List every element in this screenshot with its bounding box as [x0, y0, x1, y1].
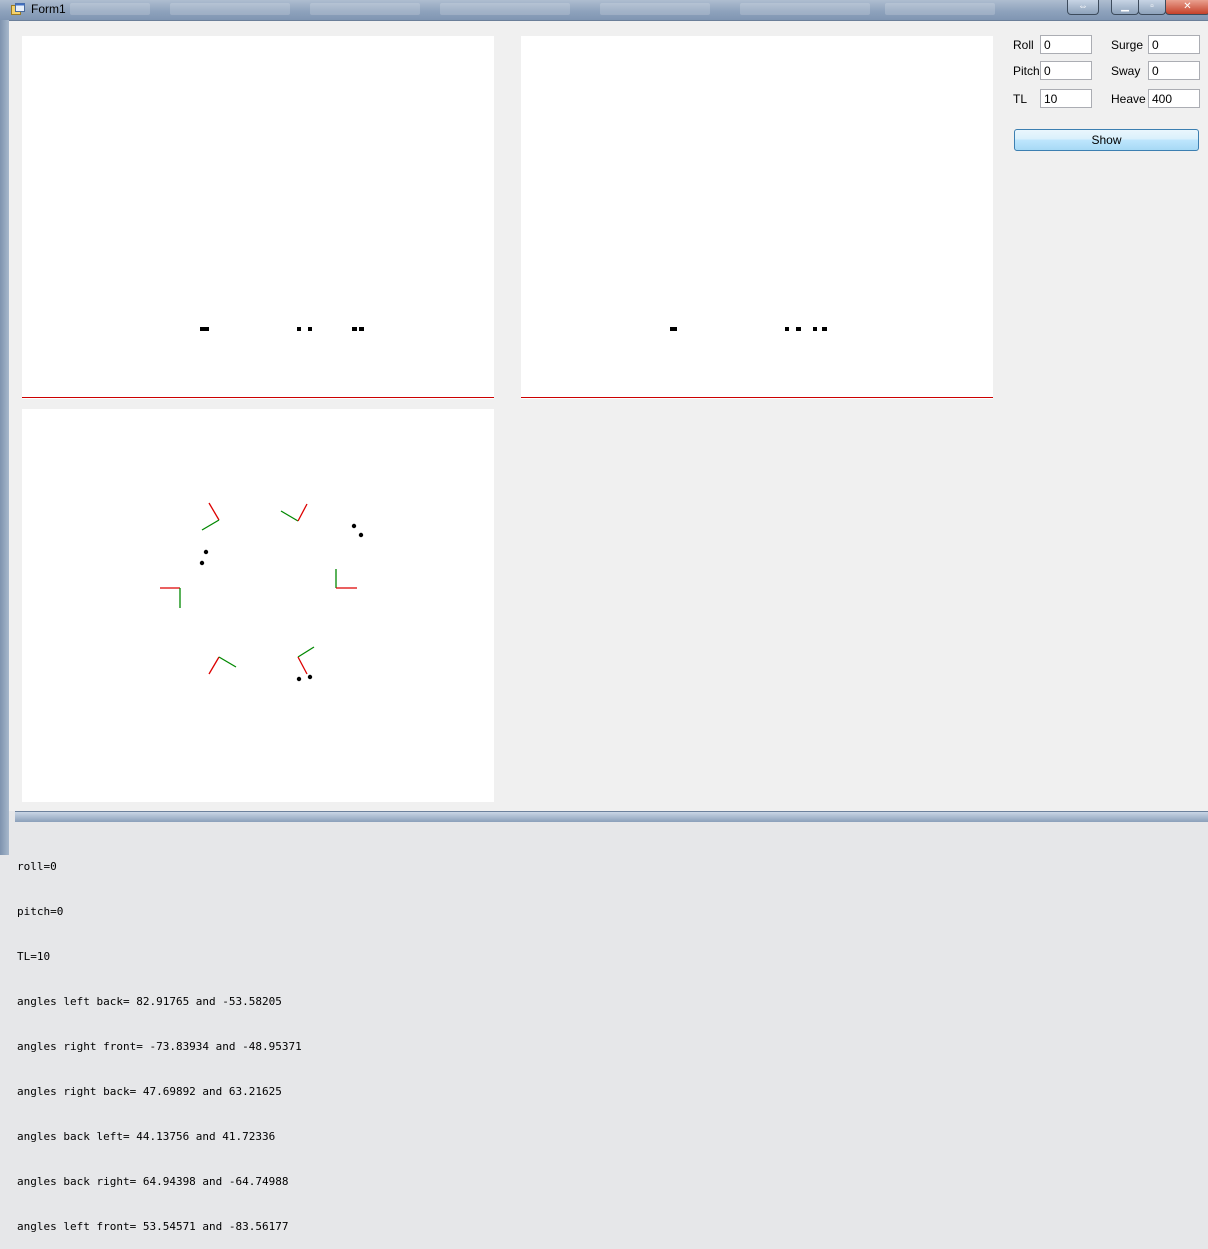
side-view-canvas-1 — [22, 327, 494, 398]
background-task-strip — [310, 3, 420, 15]
form-client-area: Roll Surge Pitch Sway TL Heave Show — [9, 21, 1208, 811]
background-task-strip — [600, 3, 710, 15]
window-bottom-frame — [15, 811, 1208, 822]
joint-point — [358, 532, 364, 538]
surge-input[interactable] — [1148, 35, 1200, 54]
maximize-button[interactable]: ▫ — [1138, 0, 1166, 15]
console-line: angles back left= 44.13756 and 41.72336 — [17, 1130, 276, 1143]
joint-point — [352, 327, 357, 331]
tl-input[interactable] — [1040, 89, 1092, 108]
joint-point — [296, 676, 302, 682]
background-task-strip — [70, 3, 150, 15]
console-line: angles right back= 47.69892 and 63.21625 — [17, 1085, 282, 1098]
joint-point — [822, 327, 827, 331]
joint-point — [785, 327, 789, 331]
console-output: roll=0 pitch=0 TL=10 angles left back= 8… — [17, 829, 302, 1249]
leg-right — [335, 569, 357, 589]
joint-point — [359, 327, 364, 331]
joint-point — [813, 327, 817, 331]
console-line: TL=10 — [17, 950, 51, 963]
joint-point — [796, 327, 801, 331]
joint-point — [203, 549, 209, 555]
heave-input[interactable] — [1148, 89, 1200, 108]
pitch-input[interactable] — [1040, 61, 1092, 80]
tl-label: TL — [1013, 92, 1028, 106]
leg-left — [160, 587, 181, 608]
maximize-icon: ▫ — [1150, 1, 1154, 12]
arrows-horizontal-icon: ⇔ — [1078, 1, 1088, 12]
joint-point — [670, 327, 677, 331]
sway-input[interactable] — [1148, 61, 1200, 80]
joint-point — [307, 674, 313, 680]
joint-point — [351, 523, 357, 529]
leg-lower-left — [208, 656, 237, 675]
roll-label: Roll — [1013, 38, 1034, 52]
side-view-panel-2 — [521, 36, 993, 399]
top-view-panel — [22, 409, 494, 802]
sway-label: Sway — [1111, 64, 1141, 78]
roll-input[interactable] — [1040, 35, 1092, 54]
console-line: roll=0 — [17, 860, 57, 873]
joint-point — [297, 327, 301, 331]
background-task-strip — [885, 3, 995, 15]
console-line: angles left back= 82.91765 and -53.58205 — [17, 995, 282, 1008]
window-titlebar: Form1 ⇔ ▁ ▫ ✕ — [0, 0, 1208, 21]
side-view-panel-1 — [22, 36, 494, 399]
leg-upper-left — [201, 502, 220, 531]
resize-button[interactable]: ⇔ — [1067, 0, 1099, 15]
window-left-frame — [0, 20, 9, 855]
heave-label: Heave — [1111, 92, 1146, 106]
app-icon — [11, 3, 25, 15]
pitch-label: Pitch — [1013, 64, 1040, 78]
side-view-canvas-2 — [521, 327, 993, 398]
background-task-strip — [170, 3, 290, 15]
background-task-strip — [440, 3, 570, 15]
console-line: angles left front= 53.54571 and -83.5617… — [17, 1220, 289, 1233]
joint-point — [199, 560, 205, 566]
leg-upper-right — [280, 503, 308, 522]
surge-label: Surge — [1111, 38, 1144, 52]
show-button[interactable]: Show — [1014, 129, 1199, 151]
close-icon: ✕ — [1183, 1, 1192, 12]
window-title: Form1 — [31, 2, 66, 16]
top-view-canvas — [160, 502, 364, 682]
joint-point — [308, 327, 312, 331]
joint-point — [200, 327, 209, 331]
leg-lower-right — [297, 646, 315, 675]
background-task-strip — [740, 3, 870, 15]
console-line: angles back right= 64.94398 and -64.7498… — [17, 1175, 289, 1188]
console-line: pitch=0 — [17, 905, 64, 918]
close-button[interactable]: ✕ — [1165, 0, 1208, 15]
console-line: angles right front= -73.83934 and -48.95… — [17, 1040, 302, 1053]
minimize-button[interactable]: ▁ — [1111, 0, 1139, 15]
minimize-icon: ▁ — [1121, 1, 1129, 12]
